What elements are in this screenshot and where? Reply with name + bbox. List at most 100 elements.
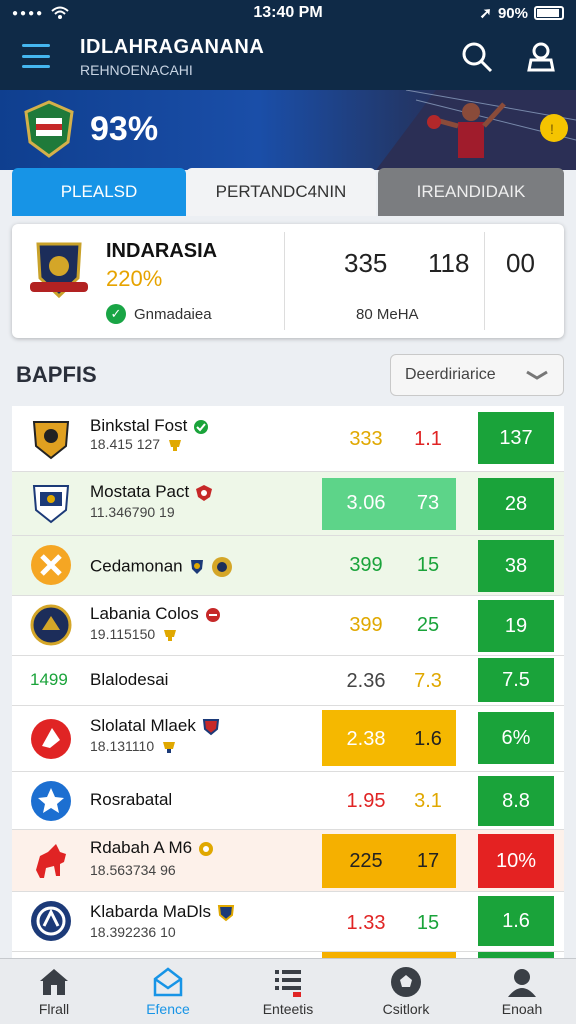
list-item[interactable]: Mostata Pact 11.346790 19 3.06 73 28	[12, 472, 564, 536]
club-name: Binkstal Fost	[90, 416, 188, 435]
stat-value-1: 399	[349, 554, 383, 576]
list-item[interactable]: Cedamonan 399 15 38	[12, 536, 564, 596]
list-item[interactable]: Rosrabatal 1.95 3.1 8.8	[12, 772, 564, 830]
trophy-icon	[164, 630, 177, 642]
bottom-nav: Flrall Efence Enteetis Csitlork Enoah	[0, 958, 576, 1024]
player-graphic: !	[376, 90, 576, 170]
club-subtext: 18.415 127	[90, 436, 161, 452]
nav-item-csitlork[interactable]: Csitlork	[356, 965, 456, 1017]
odds-button[interactable]: 137	[478, 412, 554, 464]
trophy-icon	[163, 742, 176, 754]
profile-icon[interactable]	[524, 40, 558, 74]
club-name-wrap: Mostata Pact	[90, 482, 213, 502]
search-icon[interactable]	[460, 40, 494, 74]
club-sub-wrap: 18.131110	[90, 738, 178, 754]
svg-text:!: !	[550, 121, 554, 137]
club-name-wrap: Labania Colos	[90, 604, 221, 624]
club-name: Slolatal Mlaek	[90, 716, 196, 735]
club-name: Mostata Pact	[90, 482, 190, 501]
club-name-wrap: Cedamonan	[90, 556, 233, 578]
nav-item-flrall[interactable]: Flrall	[4, 965, 104, 1017]
odds-button[interactable]: 10%	[478, 834, 554, 888]
tab-ireandidaik[interactable]: IREANDIDAIK	[378, 168, 564, 216]
stat-value-1: 1.33	[346, 912, 386, 934]
banner-percent: 93%	[90, 110, 159, 148]
app-subtitle: REHNOENACAHI	[80, 62, 193, 78]
badge-icon	[199, 841, 214, 856]
clock: 13:40 PM	[253, 4, 323, 21]
dropdown-label: Deerdiriarice	[405, 366, 496, 383]
team-crest-icon	[24, 100, 74, 158]
team-stat-label: 80 MeHA	[356, 306, 419, 323]
club-name: Rosrabatal	[90, 790, 173, 809]
club-logo-icon	[31, 545, 71, 585]
stat-value-2: 25	[416, 614, 440, 636]
list-item[interactable]: Rdabah A M6 18.563734 96 225 17 10%	[12, 830, 564, 892]
nav-label: Flrall	[38, 1001, 70, 1017]
club-sub-wrap: 19.115150	[90, 626, 179, 642]
club-logo-icon	[32, 421, 70, 460]
badge-icon	[205, 607, 220, 622]
stat-value-1: 333	[349, 428, 383, 450]
crest-icon	[211, 557, 232, 577]
nav-item-efence[interactable]: Efence	[118, 965, 218, 1017]
nav-item-enoah[interactable]: Enoah	[472, 965, 572, 1017]
club-logo-icon	[31, 781, 71, 821]
nav-label: Efence	[146, 1001, 190, 1017]
odds-button[interactable]: 6%	[478, 712, 554, 764]
stat-value-1: 399	[349, 614, 383, 636]
battery-icon	[534, 6, 564, 20]
stat-value-1: 2.38	[346, 728, 386, 750]
tab-plealsd[interactable]: PLEALSD	[12, 168, 186, 216]
odds-button[interactable]: 1.6	[478, 896, 554, 946]
list-item[interactable]: Binkstal Fost 18.415 127 333 1.1 137	[12, 406, 564, 472]
menu-icon[interactable]	[22, 44, 50, 68]
odds-button[interactable]: 7.5	[478, 658, 554, 702]
club-logo-icon	[30, 604, 72, 646]
club-name-wrap: Rdabah A M6	[90, 838, 214, 858]
odds-button[interactable]: 28	[478, 478, 554, 530]
promo-banner[interactable]: 93% !	[0, 90, 576, 170]
team-stat-2: 118	[428, 248, 470, 278]
user-icon	[508, 969, 536, 997]
verified-icon	[194, 419, 209, 434]
club-subtext: 18.392236 10	[90, 924, 176, 940]
list-item[interactable]: Labania Colos 19.115150 399 25 19	[12, 596, 564, 656]
club-logo-icon	[31, 719, 71, 759]
team-summary-card[interactable]: INDARASIA 220% ✓ Gnmadaiea 335 118 00 80…	[12, 224, 564, 338]
ball-icon	[391, 967, 421, 997]
nav-item-enteetis[interactable]: Enteetis	[238, 965, 338, 1017]
list-icon	[275, 970, 301, 997]
stat-value-2: 17	[416, 850, 440, 872]
team-percent: 220%	[106, 266, 163, 291]
match-list: Binkstal Fost 18.415 127 333 1.1 137 Mos…	[12, 406, 564, 958]
chevron-down-icon	[526, 370, 548, 380]
club-logo-icon	[36, 844, 66, 878]
odds-button[interactable]: 8.8	[478, 776, 554, 826]
club-logo-icon	[31, 901, 71, 941]
club-subtext: 18.563734 96	[90, 862, 176, 878]
list-item[interactable]: 1499 Blalodesai 2.36 7.3 7.5	[12, 656, 564, 706]
odds-button[interactable]: 19	[478, 600, 554, 652]
tab-pertandcanin[interactable]: PERTANDC4NIN	[186, 168, 376, 216]
envelope-icon	[153, 967, 183, 997]
club-prefix: 1499	[30, 670, 68, 689]
club-name: Labania Colos	[90, 604, 199, 623]
stat-value-2: 73	[416, 492, 440, 514]
team-stat-3: 00	[506, 248, 535, 278]
club-name-wrap: Binkstal Fost	[90, 416, 209, 436]
stat-value-1: 2.36	[346, 670, 386, 692]
nav-label: Enteetis	[262, 1001, 314, 1017]
app-bar: IDLAHRAGANANA REHNOENACAHI	[0, 26, 576, 90]
status-bar: ●●●● 13:40 PM ➚ 90%	[0, 0, 576, 26]
club-subtext: 18.131110	[90, 738, 155, 754]
sort-dropdown[interactable]: Deerdiriarice	[390, 354, 564, 396]
stat-value-2: 1.1	[414, 428, 442, 450]
odds-button[interactable]: 38	[478, 540, 554, 592]
club-logo-icon	[32, 485, 70, 524]
list-item[interactable]: Klabarda MaDls 18.392236 10 1.33 15 1.6	[12, 892, 564, 952]
stat-value-1: 1.95	[346, 790, 386, 812]
list-item[interactable]: Slolatal Mlaek 18.131110 2.38 1.6 6%	[12, 706, 564, 772]
shield-icon	[202, 718, 219, 735]
tab-bar: PLEALSD PERTANDC4NIN IREANDIDAIK	[12, 168, 564, 216]
